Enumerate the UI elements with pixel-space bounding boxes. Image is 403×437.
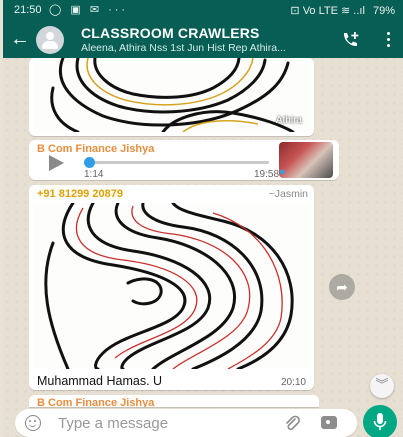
notification-icons: ◯ ▣ ✉ ···: [49, 4, 129, 16]
peek-sender-name: B Com Finance Jishya: [37, 397, 155, 407]
group-avatar[interactable]: [36, 26, 64, 54]
mic-icon: ●: [279, 166, 286, 178]
partial-message: B Com Finance Jishya: [29, 395, 319, 407]
add-call-icon[interactable]: [340, 30, 360, 50]
message-input-bar[interactable]: Type a message: [15, 409, 357, 437]
attach-icon[interactable]: [283, 414, 301, 432]
chat-header: ← CLASSROOM CRAWLERS Aleena, Athira Nss …: [3, 22, 403, 58]
emoji-icon[interactable]: [25, 415, 41, 431]
voice-duration: 1:14: [84, 169, 104, 180]
image-caption: Muhammad Hamas. U: [37, 374, 163, 388]
status-bar: 21:50 ◯ ▣ ✉ ··· ⊡ Vo LTE ≋ ..ıl 79%: [3, 0, 403, 22]
battery-level: 79%: [372, 5, 395, 17]
forward-icon[interactable]: ➦: [329, 274, 355, 300]
voice-record-button[interactable]: [363, 405, 397, 437]
sender-profile-thumbnail: ●: [279, 142, 333, 178]
image-message[interactable]: Athira: [29, 58, 314, 136]
status-time: 21:50: [14, 4, 42, 16]
drawing-image-2[interactable]: [33, 203, 310, 369]
camera-icon[interactable]: [321, 416, 337, 429]
image-message-2[interactable]: +91 81299 20879 ~Jasmin Muhammad Hamas. …: [29, 185, 314, 390]
message-input[interactable]: Type a message: [58, 415, 168, 432]
group-members[interactable]: Aleena, Athira Nss 1st Jun Hist Rep Athi…: [81, 42, 331, 54]
group-title[interactable]: CLASSROOM CRAWLERS: [81, 25, 260, 41]
voice-message: B Com Finance Jishya 1:14 19:58 ●: [29, 140, 339, 180]
scroll-down-icon[interactable]: ︾: [370, 374, 394, 398]
microphone-icon: [373, 413, 387, 430]
image-time: 20:10: [280, 377, 306, 388]
chat-screen: 21:50 ◯ ▣ ✉ ··· ⊡ Vo LTE ≋ ..ıl 79% ← CL…: [3, 0, 403, 437]
voice-seek-handle[interactable]: [84, 157, 95, 168]
signal-icons: ⊡ Vo LTE ≋ ..ıl: [290, 5, 365, 17]
drawing-image[interactable]: Athira: [33, 58, 310, 132]
back-arrow-icon[interactable]: ←: [10, 28, 30, 50]
more-options-icon[interactable]: [387, 32, 391, 48]
status-right: ⊡ Vo LTE ≋ ..ıl 79%: [285, 4, 395, 17]
image-sender-handle: ~Jasmin: [268, 188, 308, 200]
image-sender-phone[interactable]: +91 81299 20879: [37, 188, 123, 200]
play-icon[interactable]: [49, 155, 64, 171]
voice-time: 19:58: [254, 169, 280, 180]
image-watermark: Athira: [275, 115, 302, 126]
voice-sender-name[interactable]: B Com Finance Jishya: [37, 143, 154, 155]
voice-seek-track[interactable]: [84, 161, 269, 164]
